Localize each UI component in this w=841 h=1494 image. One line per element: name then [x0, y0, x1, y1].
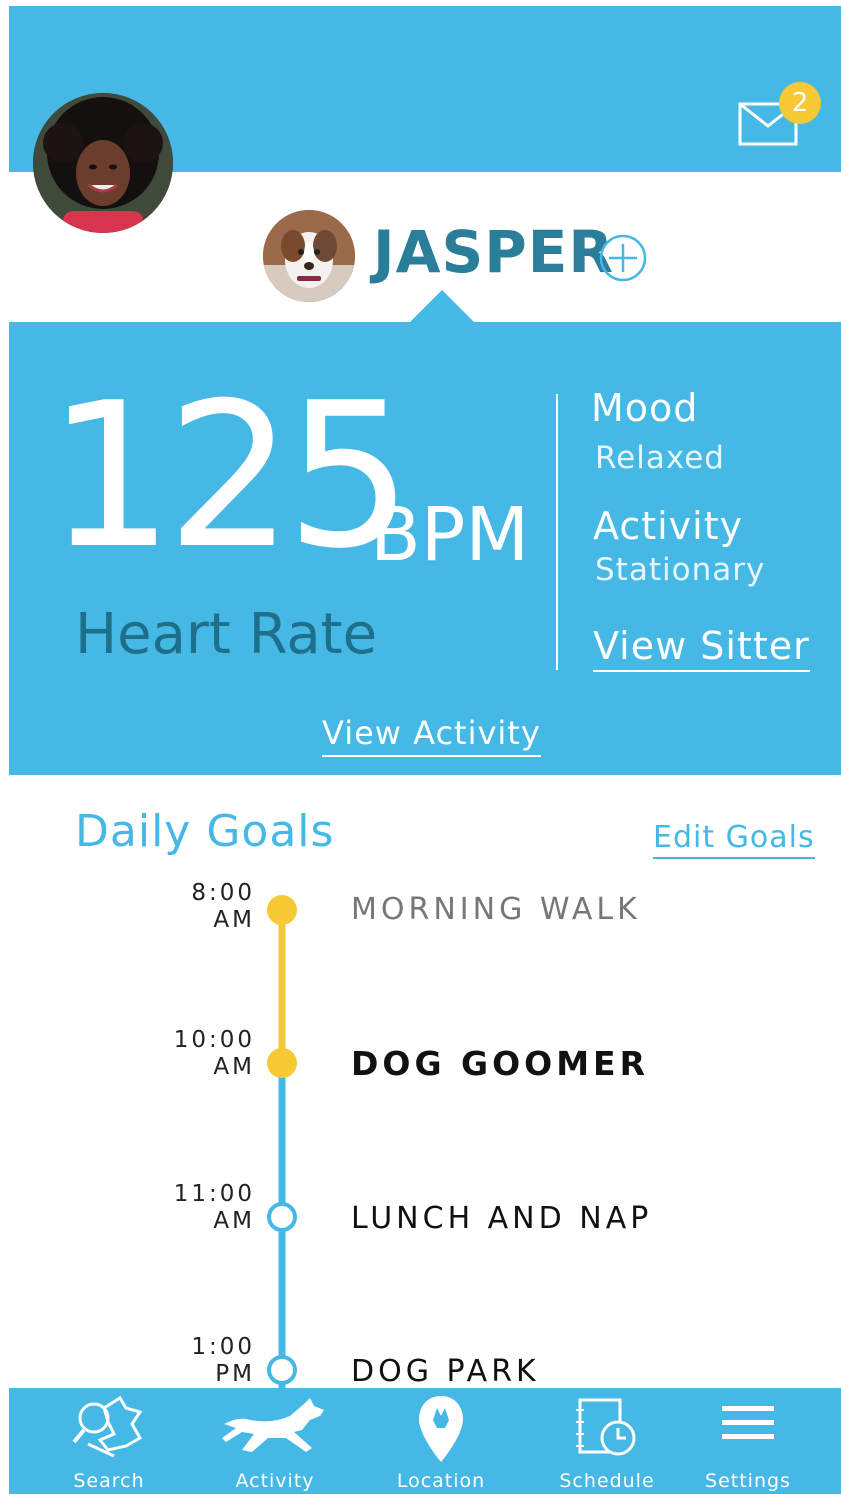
- heart-rate-label: Heart Rate: [75, 602, 378, 667]
- tab-label: Location: [396, 1470, 486, 1492]
- mood-value: Relaxed: [595, 440, 725, 476]
- user-photo-icon: [33, 93, 173, 233]
- location-pin-icon: [419, 1396, 463, 1462]
- edit-goals-link[interactable]: Edit Goals: [653, 820, 815, 859]
- notification-badge: 2: [779, 82, 821, 124]
- goal-time: 11:00 AM: [145, 1181, 255, 1235]
- activity-title: Activity: [593, 504, 744, 548]
- selector-pointer: [410, 290, 474, 322]
- goal-time: 1:00 PM: [145, 1334, 255, 1388]
- stats-divider: [556, 394, 558, 670]
- goal-time-value: 11:00: [173, 1181, 255, 1207]
- tab-label: Search: [73, 1470, 145, 1492]
- schedule-icon: [576, 1398, 636, 1456]
- running-dog-icon: [222, 1398, 324, 1452]
- timeline-node-upcoming: [267, 1202, 297, 1232]
- goal-time-period: AM: [213, 1054, 255, 1080]
- goal-time-value: 8:00: [191, 880, 255, 906]
- bottom-tab-bar: Search Activity Location Schedule Settin…: [9, 1388, 841, 1494]
- tab-settings[interactable]: Settings: [665, 1388, 831, 1494]
- view-sitter-link[interactable]: View Sitter: [593, 624, 810, 672]
- heart-rate-value: 125: [47, 360, 413, 593]
- dog-photo-icon: [263, 210, 355, 302]
- tab-label: Settings: [705, 1470, 791, 1492]
- goal-time-value: 10:00: [173, 1027, 255, 1053]
- timeline-node-current: [267, 1048, 297, 1078]
- goal-time-period: AM: [213, 907, 255, 933]
- app-screen: 2 JASPER 125 BPM Heart Rate Mood Relaxed…: [9, 0, 841, 1494]
- goal-label-lunch-and-nap[interactable]: LUNCH AND NAP: [351, 1201, 652, 1236]
- timeline-node-upcoming: [267, 1355, 297, 1385]
- search-dog-icon: [72, 1395, 143, 1458]
- pet-avatar[interactable]: [263, 210, 355, 302]
- heart-rate-unit: BPM: [370, 492, 530, 578]
- mood-title: Mood: [591, 386, 699, 430]
- daily-goals-title: Daily Goals: [75, 806, 335, 857]
- goal-label-dog-groomer[interactable]: DOG GOOMER: [351, 1044, 649, 1083]
- user-avatar[interactable]: [33, 93, 173, 233]
- menu-icon: [722, 1406, 774, 1439]
- goals-timeline: [267, 895, 297, 1390]
- tab-label: Activity: [235, 1470, 315, 1492]
- goal-time-value: 1:00: [191, 1334, 255, 1360]
- timeline-node-completed: [267, 895, 297, 925]
- tab-search[interactable]: Search: [26, 1388, 192, 1494]
- add-pet-icon[interactable]: [599, 234, 647, 282]
- goal-label-morning-walk[interactable]: MORNING WALK: [351, 892, 641, 927]
- pet-name: JASPER: [373, 218, 615, 286]
- activity-value: Stationary: [595, 552, 766, 588]
- goal-time-period: PM: [215, 1361, 255, 1387]
- goal-time-period: AM: [213, 1208, 255, 1234]
- goal-time: 10:00 AM: [145, 1027, 255, 1081]
- goal-label-dog-park[interactable]: DOG PARK: [351, 1354, 540, 1389]
- tab-activity[interactable]: Activity: [192, 1388, 358, 1494]
- goal-time: 8:00 AM: [145, 880, 255, 934]
- view-activity-link[interactable]: View Activity: [322, 714, 541, 757]
- stats-panel: 125 BPM Heart Rate Mood Relaxed Activity…: [9, 322, 841, 775]
- tab-location[interactable]: Location: [358, 1388, 524, 1494]
